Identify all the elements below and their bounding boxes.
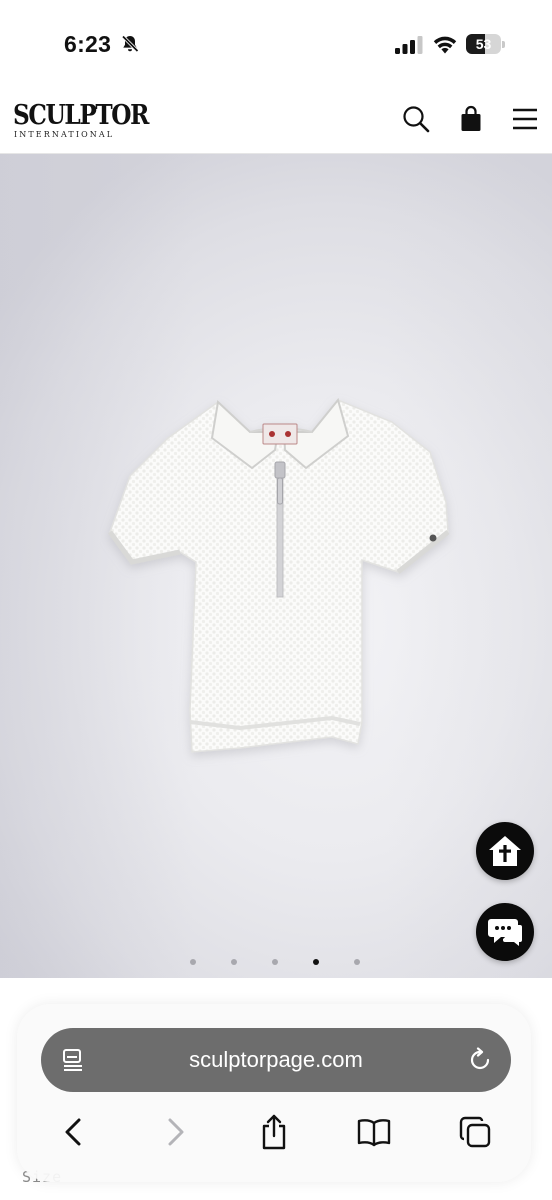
- home-icon-button[interactable]: [476, 822, 534, 880]
- back-icon: [65, 1118, 81, 1146]
- battery-icon: 53: [466, 34, 506, 54]
- carousel-dot[interactable]: [190, 959, 196, 965]
- address-bar[interactable]: sculptorpage.com: [41, 1028, 511, 1092]
- chat-button[interactable]: [476, 903, 534, 961]
- wifi-icon: [433, 36, 457, 54]
- forward-icon: [168, 1118, 184, 1146]
- bookmarks-icon: [357, 1119, 391, 1147]
- search-icon[interactable]: [401, 104, 431, 134]
- carousel-dot[interactable]: [313, 959, 319, 965]
- chat-icon: [488, 919, 522, 946]
- status-bar: 6:23 53: [0, 0, 552, 86]
- home-icon: [489, 836, 521, 866]
- share-icon: [262, 1114, 286, 1150]
- carousel-dot[interactable]: [272, 959, 278, 965]
- product-image-carousel[interactable]: [0, 154, 552, 978]
- carousel-dot[interactable]: [231, 959, 237, 965]
- share-button[interactable]: [254, 1112, 294, 1152]
- logo-wordmark: SCULPTOR: [13, 100, 149, 131]
- logo-subtitle: INTERNATIONAL: [14, 130, 115, 139]
- carousel-dot[interactable]: [354, 959, 360, 965]
- url-text: sculptorpage.com: [189, 1047, 363, 1072]
- reload-icon[interactable]: [467, 1047, 493, 1073]
- brand-logo[interactable]: SCULPTOR INTERNATIONAL: [13, 100, 149, 142]
- shopping-bag-icon[interactable]: [456, 104, 486, 134]
- tabs-icon: [459, 1116, 491, 1148]
- site-header: SCULPTOR INTERNATIONAL: [0, 86, 552, 154]
- back-button[interactable]: [53, 1112, 93, 1152]
- menu-icon[interactable]: [510, 104, 540, 134]
- forward-button[interactable]: [156, 1112, 196, 1152]
- status-time: 6:23: [64, 31, 112, 57]
- cellular-signal-icon: [395, 36, 423, 54]
- carousel-pagination: [0, 956, 552, 968]
- tabs-button[interactable]: [455, 1112, 495, 1152]
- bell-slash-icon: [121, 35, 139, 53]
- bookmarks-button[interactable]: [354, 1112, 394, 1152]
- product-photo-polo-shirt: [107, 397, 450, 753]
- battery-level: 53: [475, 36, 492, 52]
